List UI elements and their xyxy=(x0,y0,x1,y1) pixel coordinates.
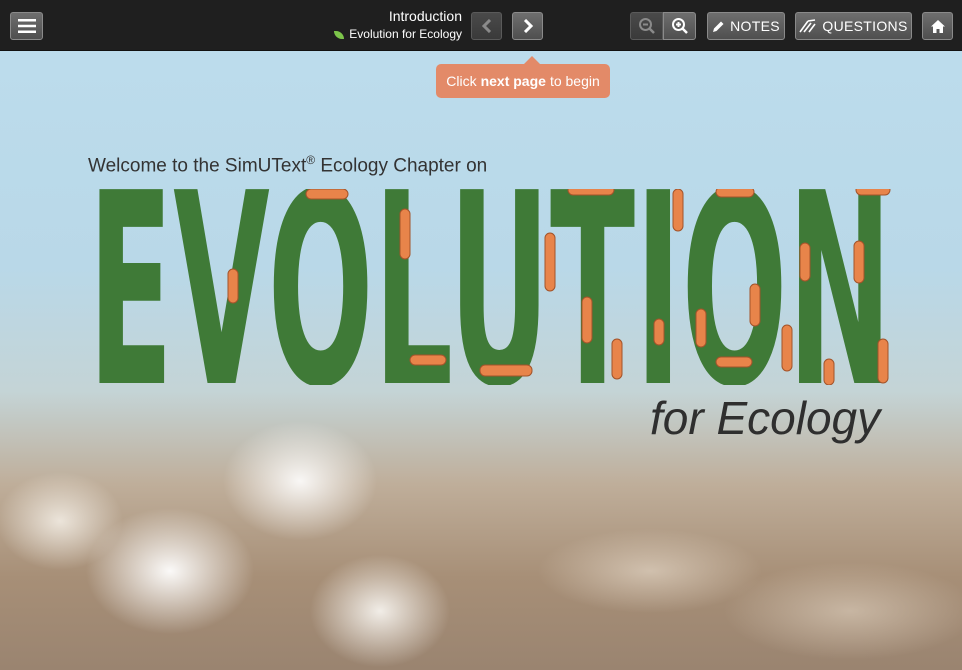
larva-16 xyxy=(695,308,707,348)
tooltip-text-bold: next page xyxy=(480,73,546,89)
larva-10 xyxy=(855,189,891,196)
previous-page-button[interactable] xyxy=(471,12,502,40)
zoom-out-button[interactable] xyxy=(630,12,663,40)
larva-20 xyxy=(877,338,889,384)
larva-14 xyxy=(479,364,533,377)
tooltip-text-pre: Click xyxy=(446,73,477,89)
welcome-line: Welcome to the SimUText® Ecology Chapter… xyxy=(88,153,487,177)
page-title: Introduction xyxy=(388,8,462,24)
registered-mark: ® xyxy=(306,153,316,167)
leaf-icon xyxy=(334,30,345,39)
larva-15 xyxy=(611,338,623,380)
larva-8 xyxy=(749,283,761,327)
larva-9 xyxy=(799,242,811,282)
larva-19 xyxy=(823,358,835,385)
evolution-title-text: EVOLUTION xyxy=(88,189,892,385)
questions-label: QUESTIONS xyxy=(822,18,908,34)
zoom-in-icon xyxy=(671,18,688,34)
evolution-title: EVOLUTION xyxy=(88,189,892,385)
title-page: Click next page to begin Welcome to the … xyxy=(0,51,962,670)
top-toolbar: Introduction Evolution for Ecology NOTES… xyxy=(0,0,962,51)
larva-5 xyxy=(544,232,556,292)
larva-7 xyxy=(715,189,755,198)
pencil-icon xyxy=(713,21,724,32)
notes-button[interactable]: NOTES xyxy=(707,12,785,40)
chapter-subtitle-text: Evolution for Ecology xyxy=(349,27,462,41)
larva-21 xyxy=(653,318,665,346)
for-ecology-subtitle: for Ecology xyxy=(650,392,881,444)
questions-icon xyxy=(799,19,817,33)
larva-6 xyxy=(672,189,684,232)
zoom-out-icon xyxy=(638,18,655,34)
chevron-left-icon xyxy=(481,19,491,33)
larva-11 xyxy=(853,240,865,284)
home-icon xyxy=(930,19,945,33)
menu-icon xyxy=(17,19,36,33)
larva-2 xyxy=(399,208,411,260)
larva-3 xyxy=(227,268,239,304)
larva-4 xyxy=(567,189,615,196)
chapter-subtitle: Evolution for Ecology xyxy=(334,27,462,41)
next-page-button[interactable] xyxy=(512,12,543,40)
larva-1 xyxy=(305,189,349,200)
tooltip-text-post: to begin xyxy=(549,73,600,89)
home-button[interactable] xyxy=(922,12,953,40)
menu-button[interactable] xyxy=(10,12,43,40)
page-title-group: Introduction Evolution for Ecology xyxy=(334,8,462,41)
larva-18 xyxy=(781,324,793,372)
larva-12 xyxy=(581,296,593,344)
welcome-text-end: Ecology Chapter on xyxy=(315,155,488,177)
chevron-right-icon xyxy=(523,19,533,33)
larva-13 xyxy=(409,354,447,366)
next-page-tooltip: Click next page to begin xyxy=(436,56,610,98)
questions-button[interactable]: QUESTIONS xyxy=(795,12,912,40)
larva-17 xyxy=(715,356,753,368)
welcome-text: Welcome to the SimUText xyxy=(88,155,307,177)
zoom-in-button[interactable] xyxy=(663,12,696,40)
notes-label: NOTES xyxy=(730,18,780,34)
